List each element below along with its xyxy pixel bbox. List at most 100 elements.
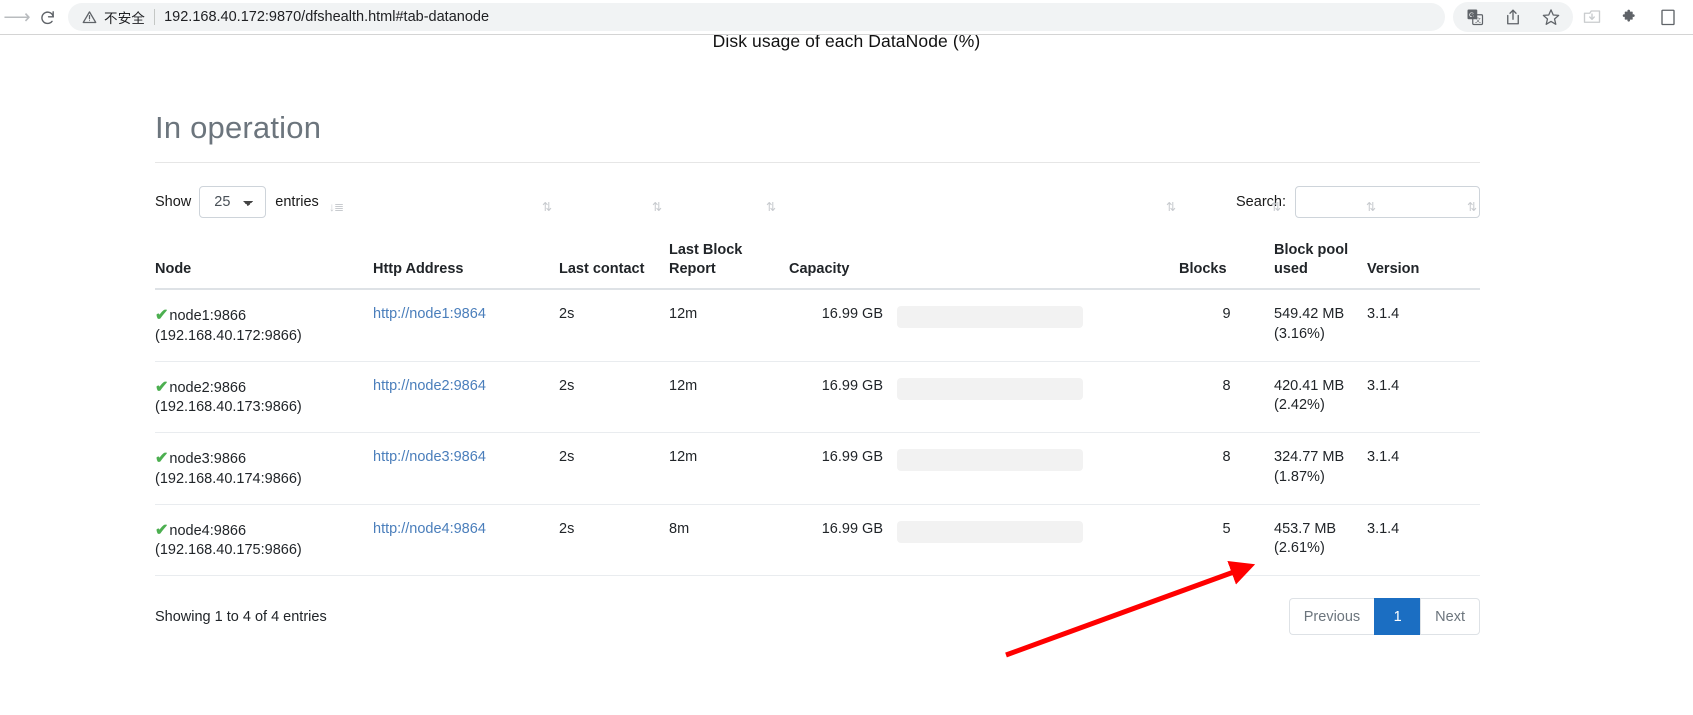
check-icon: ✔ xyxy=(155,450,169,468)
cell-http-address: http://node3:9864 xyxy=(373,432,559,505)
cell-last-contact: 2s xyxy=(559,432,669,505)
cell-block-pool-used: 453.7 MB (2.61%) xyxy=(1274,504,1367,577)
cell-version: 3.1.4 xyxy=(1367,289,1480,362)
pagination-page-1-button[interactable]: 1 xyxy=(1374,598,1421,636)
cell-version: 3.1.4 xyxy=(1367,432,1480,505)
browser-toolbar: ⟶ 不安全 192.168.40.172:9870/dfshealth.html… xyxy=(0,0,1693,35)
cell-block-pool-used: 420.41 MB (2.42%) xyxy=(1274,361,1367,434)
column-label-http-address: Http Address xyxy=(373,261,464,278)
capacity-progress-bar xyxy=(897,306,1083,329)
translate-icon[interactable]: G 文 xyxy=(1456,2,1494,32)
table-row: ✔node3:9866 (192.168.40.174:9866) http://n… xyxy=(155,432,1480,505)
column-header-blocks[interactable]: ⇅ Blocks xyxy=(1179,200,1281,291)
column-header-http-address[interactable]: ⇅ Http Address xyxy=(373,200,559,291)
block-pool-used-size: 420.41 MB xyxy=(1274,377,1345,394)
sort-desc-icon[interactable]: ↓≣ xyxy=(329,200,344,216)
table-row: ✔node4:9866 (192.168.40.175:9866) http://n… xyxy=(155,504,1480,577)
sort-both-icon[interactable]: ⇅ xyxy=(1366,200,1376,216)
warning-triangle-icon xyxy=(82,10,97,25)
column-label-capacity: Capacity xyxy=(789,261,850,278)
entries-select[interactable]: 25 xyxy=(199,186,267,218)
bookmark-star-icon[interactable] xyxy=(1532,2,1570,32)
security-status-label: 不安全 xyxy=(104,11,146,26)
cell-version: 3.1.4 xyxy=(1367,361,1480,434)
cell-block-pool-used: 549.42 MB (3.16%) xyxy=(1274,289,1367,362)
http-address-link[interactable]: http://node4:9864 xyxy=(373,521,486,537)
column-header-version[interactable]: ⇅ Version xyxy=(1367,200,1480,291)
table-info: Showing 1 to 4 of 4 entries xyxy=(155,608,327,625)
sort-both-icon[interactable]: ⇅ xyxy=(542,200,552,216)
cell-node: ✔node4:9866 (192.168.40.175:9866) xyxy=(155,504,373,577)
cell-node: ✔node2:9866 (192.168.40.173:9866) xyxy=(155,361,373,434)
node-name: node2:9866 xyxy=(169,379,247,396)
cell-version: 3.1.4 xyxy=(1367,504,1480,577)
sort-both-icon[interactable]: ⇅ xyxy=(766,200,776,216)
cell-blocks: 8 xyxy=(1179,432,1274,505)
cell-http-address: http://node1:9864 xyxy=(373,289,559,362)
cell-last-block-report: 12m xyxy=(669,289,789,362)
page-content: Disk usage of each DataNode (%) In opera… xyxy=(0,35,1693,715)
table-header: ↓≣ Node ⇅ Http Address ⇅ Last contact ⇅ … xyxy=(155,200,1480,291)
cell-node: ✔node1:9866 (192.168.40.172:9866) xyxy=(155,289,373,362)
reload-icon[interactable] xyxy=(32,2,62,32)
search-input[interactable] xyxy=(1295,186,1480,218)
column-header-last-block-report[interactable]: ⇅ Last Block Report xyxy=(669,200,789,291)
block-pool-used-percent: (2.61%) xyxy=(1274,540,1325,557)
http-address-link[interactable]: http://node3:9864 xyxy=(373,449,486,465)
capacity-size: 16.99 GB xyxy=(821,520,883,537)
http-address-link[interactable]: http://node1:9864 xyxy=(373,306,486,322)
datanode-table: ↓≣ Node ⇅ Http Address ⇅ Last contact ⇅ … xyxy=(155,200,1480,577)
url-text[interactable]: 192.168.40.172:9870/dfshealth.html#tab-d… xyxy=(164,9,489,25)
entries-label: entries xyxy=(275,194,319,210)
column-header-capacity[interactable]: ⇅ Capacity xyxy=(789,200,1179,291)
back-arrow-icon[interactable]: ⟶ xyxy=(2,2,32,32)
toolbar-pill-group: G 文 xyxy=(1453,2,1573,32)
downloads-icon[interactable] xyxy=(1573,2,1611,32)
cell-capacity: 16.99 GB xyxy=(789,504,1179,577)
capacity-size: 16.99 GB xyxy=(821,306,883,323)
cell-blocks: 9 xyxy=(1179,289,1274,362)
table-row: ✔node2:9866 (192.168.40.173:9866) http://n… xyxy=(155,361,1480,434)
column-label-last-block-report: Last Block Report xyxy=(669,242,743,278)
sort-both-icon[interactable]: ⇅ xyxy=(1467,200,1477,216)
omnibox-divider xyxy=(154,9,156,25)
node-name: node1:9866 xyxy=(169,308,247,325)
cell-last-block-report: 12m xyxy=(669,432,789,505)
cell-block-pool-used: 324.77 MB (1.87%) xyxy=(1274,432,1367,505)
entries-length-control: Show 25 entries xyxy=(155,186,319,218)
check-icon: ✔ xyxy=(155,521,169,539)
sort-both-icon[interactable]: ⇅ xyxy=(1271,200,1281,216)
column-header-node[interactable]: ↓≣ Node xyxy=(155,200,373,291)
address-bar[interactable]: 不安全 192.168.40.172:9870/dfshealth.html#t… xyxy=(68,3,1445,31)
http-address-link[interactable]: http://node2:9864 xyxy=(373,378,486,394)
node-address: (192.168.40.175:9866) xyxy=(155,542,302,559)
share-icon[interactable] xyxy=(1494,2,1532,32)
sort-both-icon[interactable]: ⇅ xyxy=(652,200,662,216)
capacity-size: 16.99 GB xyxy=(821,449,883,466)
svg-text:G: G xyxy=(1469,12,1474,19)
column-header-block-pool-used[interactable]: ⇅ Block pool used xyxy=(1274,200,1376,291)
pagination-previous-button[interactable]: Previous xyxy=(1288,598,1375,636)
cell-last-contact: 2s xyxy=(559,289,669,362)
capacity-wrapper: 16.99 GB xyxy=(789,377,1179,400)
capacity-wrapper: 16.99 GB xyxy=(789,305,1179,329)
column-header-last-contact[interactable]: ⇅ Last contact xyxy=(559,200,669,291)
cell-node: ✔node3:9866 (192.168.40.174:9866) xyxy=(155,432,373,505)
capacity-progress-bar xyxy=(897,520,1083,543)
cell-last-contact: 2s xyxy=(559,361,669,434)
block-pool-used-size: 324.77 MB xyxy=(1274,449,1345,466)
cell-last-block-report: 8m xyxy=(669,504,789,577)
chart-title: Disk usage of each DataNode (%) xyxy=(712,35,981,51)
page-title: In operation xyxy=(155,90,1480,163)
table-body: ✔node1:9866 (192.168.40.172:9866) http://n… xyxy=(155,289,1480,577)
block-pool-used-percent: (2.42%) xyxy=(1274,397,1325,414)
pagination-next-button[interactable]: Next xyxy=(1420,598,1480,636)
node-name: node3:9866 xyxy=(169,451,247,468)
column-label-last-contact: Last contact xyxy=(559,261,645,278)
block-pool-used-size: 453.7 MB xyxy=(1274,520,1337,537)
extensions-puzzle-icon[interactable] xyxy=(1611,2,1649,32)
cell-last-block-report: 12m xyxy=(669,361,789,434)
browser-menu-icon[interactable] xyxy=(1649,2,1687,32)
sort-both-icon[interactable]: ⇅ xyxy=(1166,200,1176,216)
node-address: (192.168.40.174:9866) xyxy=(155,470,302,487)
